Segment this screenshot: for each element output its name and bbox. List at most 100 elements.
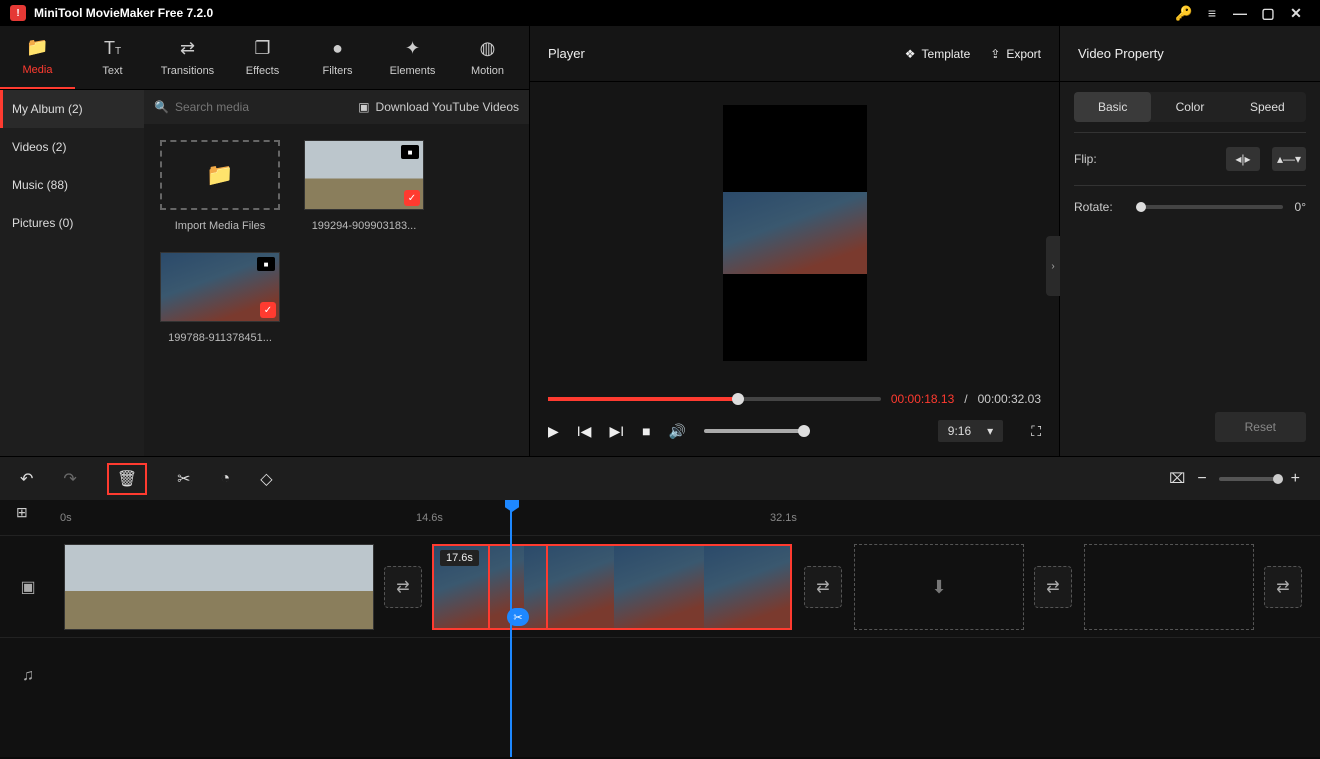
timeline-toolbar: ↶ ↷ 🗑 ✂ ◔ ◇ ⌧ − + [0,456,1320,500]
maximize-icon[interactable]: ▢ [1254,5,1282,22]
crop-button[interactable]: ◇ [260,469,272,489]
prop-tab-speed[interactable]: Speed [1229,92,1306,122]
transition-slot-4[interactable]: ⇄ [1264,566,1302,608]
tab-filters-label: Filters [323,65,353,77]
rotate-slider[interactable] [1136,205,1283,209]
flip-label: Flip: [1074,152,1124,166]
download-youtube-button[interactable]: ▣ Download YouTube Videos [358,100,519,114]
split-button[interactable]: ✂ [177,469,190,489]
tab-effects[interactable]: ❐ Effects [225,26,300,89]
player-panel: Player ❖Template ⇪Export 00:00:18.13 / 0… [530,26,1060,456]
speed-button[interactable]: ◔ [221,470,231,488]
media-sidebar: My Album (2) Videos (2) Music (88) Pictu… [0,90,144,456]
sidebar-videos[interactable]: Videos (2) [0,128,144,166]
app-logo-icon: ! [10,5,26,21]
tab-transitions-label: Transitions [161,65,214,77]
tab-transitions[interactable]: ⇄ Transitions [150,26,225,89]
media-thumb-1[interactable]: ■ ✓ 199294-909903183... [304,140,424,232]
minimize-icon[interactable]: — [1226,5,1254,21]
app-title: MiniTool MovieMaker Free 7.2.0 [34,6,213,20]
tab-motion-label: Motion [471,65,504,77]
import-media-button[interactable]: 📁 Import Media Files [160,140,280,232]
audio-track: ♫ [0,638,1320,714]
play-button[interactable]: ▶ [548,423,559,440]
timeline-clip-2[interactable]: 17.6s [432,544,792,630]
stop-button[interactable]: ■ [642,423,650,439]
player-title: Player [548,46,585,61]
volume-slider[interactable] [704,429,804,433]
folder-icon: 📁 [26,37,48,58]
timeline-clip-1[interactable] [64,544,374,630]
elements-icon: ✦ [405,38,420,59]
clip-duration-label: 17.6s [440,550,479,566]
preview-image [723,192,867,274]
media-thumb-2-label: 199788-911378451... [160,332,280,344]
delete-button[interactable]: 🗑 [107,463,147,495]
export-label: Export [1006,47,1041,61]
close-icon[interactable]: ✕ [1282,5,1310,22]
time-ruler[interactable]: 0s 14.6s 32.1s [0,500,1320,536]
drop-slot-1[interactable]: ⬇ [854,544,1024,630]
media-thumb-1-label: 199294-909903183... [304,220,424,232]
volume-icon[interactable]: 🔊 [669,423,686,440]
drop-slot-2[interactable] [1084,544,1254,630]
sidebar-my-album[interactable]: My Album (2) [0,90,144,128]
sidebar-music[interactable]: Music (88) [0,166,144,204]
menu-icon[interactable]: ≡ [1198,5,1226,21]
time-total: 00:00:32.03 [978,392,1041,406]
download-youtube-label: Download YouTube Videos [376,100,519,114]
next-frame-button[interactable]: ▶I [609,423,624,440]
collapse-properties-button[interactable]: › [1046,236,1060,296]
effects-icon: ❐ [254,38,270,59]
zoom-slider[interactable] [1219,477,1279,481]
rotate-label: Rotate: [1074,200,1124,214]
snap-button[interactable]: ⌧ [1169,470,1185,487]
key-icon[interactable]: 🔑 [1170,5,1198,22]
properties-title: Video Property [1078,46,1164,61]
import-label: Import Media Files [160,220,280,232]
media-thumb-2[interactable]: ■ ✓ 199788-911378451... [160,252,280,344]
tab-filters[interactable]: ● Filters [300,26,375,89]
video-badge-icon: ■ [401,145,419,159]
tab-effects-label: Effects [246,65,279,77]
motion-icon: ◍ [480,38,496,59]
template-button[interactable]: ❖Template [905,47,970,61]
search-input[interactable] [175,100,358,114]
tab-media-label: Media [23,64,53,76]
redo-button[interactable]: ↷ [63,469,76,489]
flip-horizontal-button[interactable]: ◂|▸ [1226,147,1260,171]
time-sep: / [964,392,967,406]
filters-icon: ● [332,38,343,59]
transition-slot-1[interactable]: ⇄ [384,566,422,608]
undo-button[interactable]: ↶ [20,469,33,489]
playhead[interactable] [510,500,512,757]
prop-tab-basic[interactable]: Basic [1074,92,1151,122]
fullscreen-button[interactable]: ⛶ [1031,423,1041,440]
tab-text[interactable]: TTText [75,26,150,89]
transitions-icon: ⇄ [180,38,195,59]
property-tabs: Basic Color Speed [1074,92,1306,122]
tab-media[interactable]: 📁 Media [0,26,75,89]
check-icon: ✓ [404,190,420,206]
main-tabs: 📁 Media TTText ⇄ Transitions ❐ Effects ● Fil… [0,26,529,90]
zoom-out-button[interactable]: − [1197,470,1206,488]
tab-elements[interactable]: ✦ Elements [375,26,450,89]
ruler-tick-0: 0s [60,512,72,524]
sidebar-pictures[interactable]: Pictures (0) [0,204,144,242]
export-button[interactable]: ⇪Export [990,47,1041,61]
zoom-in-button[interactable]: + [1291,470,1300,488]
aspect-value: 9:16 [948,424,971,438]
search-icon: 🔍 [154,100,169,114]
aspect-select[interactable]: 9:16 ▾ [938,420,1003,442]
prev-frame-button[interactable]: I◀ [577,423,592,440]
transition-slot-3[interactable]: ⇄ [1034,566,1072,608]
tab-motion[interactable]: ◍ Motion [450,26,525,89]
scrub-bar[interactable] [548,397,881,401]
transition-slot-2[interactable]: ⇄ [804,566,842,608]
tab-elements-label: Elements [390,65,436,77]
prop-tab-color[interactable]: Color [1151,92,1228,122]
reset-button[interactable]: Reset [1215,412,1306,442]
template-label: Template [922,47,971,61]
flip-vertical-button[interactable]: ▴—▾ [1272,147,1306,171]
title-bar: ! MiniTool MovieMaker Free 7.2.0 🔑 ≡ — ▢… [0,0,1320,26]
